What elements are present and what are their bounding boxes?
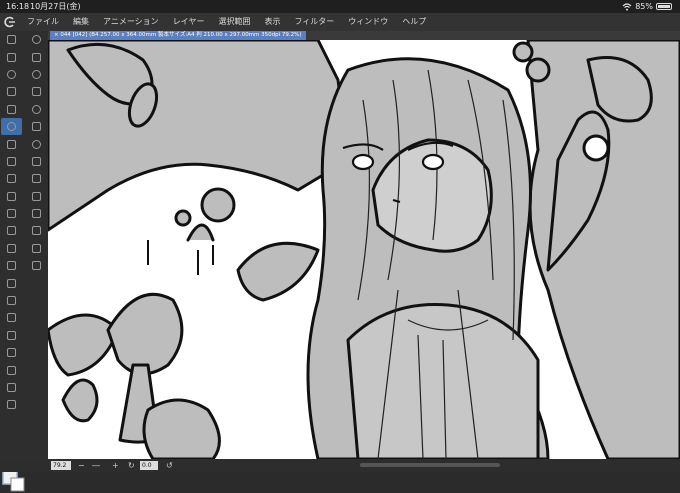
ruler-tool[interactable] [1,361,22,378]
battery-percent: 85% [635,2,653,11]
hand-tool[interactable] [1,66,22,83]
menu-layer[interactable]: レイヤー [166,13,212,31]
menu-window[interactable]: ウィンドウ [341,13,395,31]
menu-animation[interactable]: アニメーション [96,13,166,31]
navigator-icon[interactable] [26,31,47,48]
zoom-tool[interactable] [1,83,22,100]
figure-tool[interactable] [1,327,22,344]
text-tool[interactable] [1,379,22,396]
lasso-tool[interactable] [1,117,22,136]
menu-view[interactable]: 表示 [257,13,287,31]
approximate-color-icon[interactable] [26,170,47,187]
battery-icon [656,3,672,10]
zoom-out-button[interactable]: − [78,460,85,471]
zoom-in-button[interactable]: + [112,460,119,471]
menu-list: ファイル 編集 アニメーション レイヤー 選択範囲 表示 フィルター ウィンドウ… [20,13,433,31]
sub-tool-icon[interactable] [26,48,47,65]
tool-column-left [1,31,22,414]
frame-tool[interactable] [1,344,22,361]
zoom-slider-icon[interactable]: ― [92,460,100,471]
layer-search-icon[interactable] [26,222,47,239]
canvas-bottom-bar: 79.2 − ― + ↻ 0.0 ↺ [0,459,680,472]
layer-property-icon[interactable] [26,205,47,222]
pen-tool[interactable] [1,170,22,187]
intermediate-color-icon[interactable] [26,153,47,170]
document-tab[interactable]: × 044 [042] (B4 257.00 x 364.00mm 製本サイズ:… [50,31,306,40]
status-date: 10月27日(金) [30,2,81,11]
magic-wand-tool[interactable] [1,135,22,152]
pencil-tool[interactable] [1,188,22,205]
fill-tool[interactable] [1,292,22,309]
gradient-tool[interactable] [1,309,22,326]
airbrush-tool[interactable] [1,222,22,239]
tool-palette [0,31,48,492]
decoration-tool[interactable] [1,240,22,257]
menu-edit[interactable]: 編集 [66,13,96,31]
color-swatch-icon[interactable] [2,469,26,493]
color-circle-icon[interactable] [26,101,47,118]
clip-studio-logo-icon[interactable] [3,16,17,28]
brush-size-icon[interactable] [26,66,47,83]
angle-field[interactable]: 0.0 [140,461,158,470]
rotate-right-icon[interactable]: ↺ [166,460,173,471]
zoom-field[interactable]: 79.2 [51,461,71,470]
canvas-artwork [48,40,680,459]
wifi-icon [622,2,632,11]
redo-tool[interactable] [1,48,22,65]
color-set-icon[interactable] [26,135,47,152]
app-menu-bar: ファイル 編集 アニメーション レイヤー 選択範囲 表示 フィルター ウィンドウ… [0,13,680,31]
ios-status-bar: 16:18 10月27日(金) 85% [0,0,680,13]
undo-tool[interactable] [1,31,22,48]
eyedropper-tool[interactable] [1,153,22,170]
eraser-tool[interactable] [1,257,22,274]
horizontal-scrollbar[interactable] [360,463,500,467]
tool-property-icon[interactable] [26,83,47,100]
document-tab-bar: × 044 [042] (B4 257.00 x 364.00mm 製本サイズ:… [48,31,680,40]
blend-tool[interactable] [1,274,22,291]
tool-column-right [26,31,47,274]
move-tool[interactable] [1,101,22,118]
status-time: 16:18 [6,2,30,11]
material-icon[interactable] [26,257,47,274]
layer-icon[interactable] [26,240,47,257]
drawing-canvas[interactable] [48,40,680,459]
rotate-icon[interactable]: ↻ [128,460,135,471]
menu-help[interactable]: ヘルプ [395,13,433,31]
color-slider-icon[interactable] [26,118,47,135]
menu-filter[interactable]: フィルター [287,13,341,31]
color-history-icon[interactable] [26,188,47,205]
status-right: 85% [622,0,672,13]
menu-file[interactable]: ファイル [20,13,66,31]
balloon-tool[interactable] [1,396,22,413]
menu-selection[interactable]: 選択範囲 [211,13,257,31]
brush-tool[interactable] [1,205,22,222]
